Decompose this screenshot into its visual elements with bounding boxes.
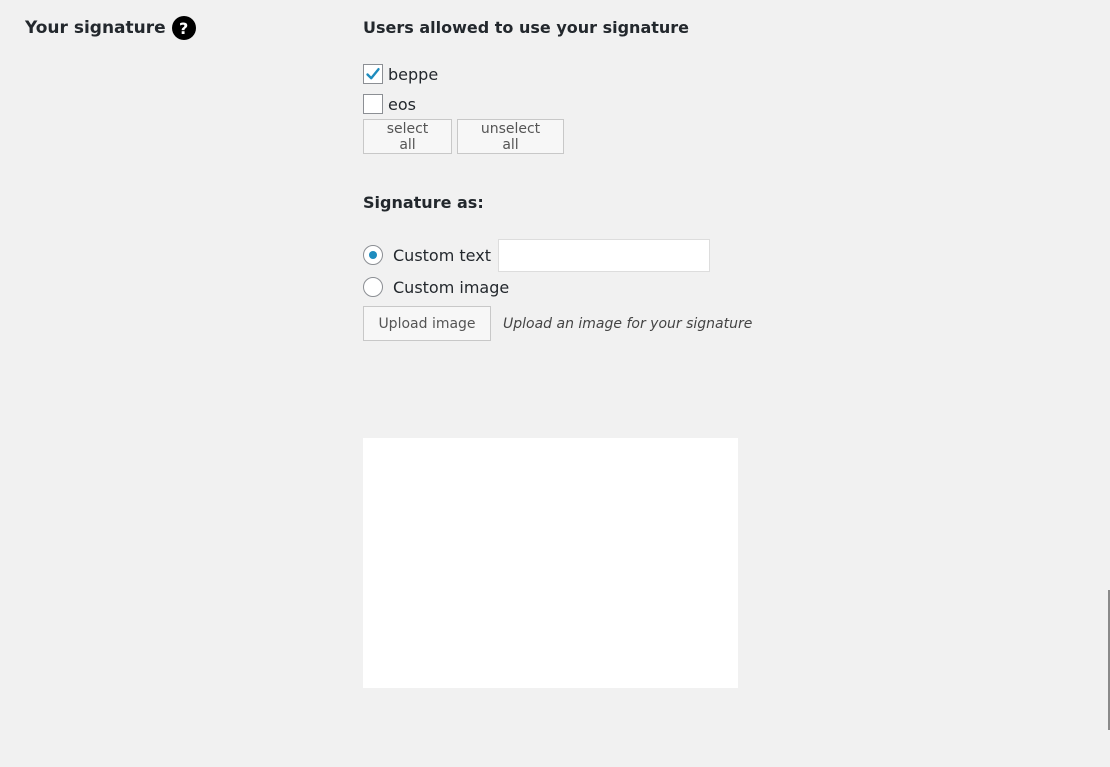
option-custom-text: Custom text [363,238,752,272]
custom-image-label: Custom image [393,277,510,297]
user-row-eos: eos [363,93,564,115]
user-row-beppe: beppe [363,63,564,85]
select-all-button[interactable]: select all [363,119,452,154]
signature-type-options: Custom text Custom image Upload image Up… [363,238,752,341]
radio-selected-dot [369,251,377,259]
row-label: Your signature ? [25,16,196,40]
users-section: Users allowed to use your signature [363,18,689,37]
signature-as-heading: Signature as: [363,193,484,212]
checkbox-beppe[interactable] [363,64,383,84]
row-label-text: Your signature [25,18,166,38]
upload-image-button[interactable]: Upload image [363,306,491,341]
custom-text-input[interactable] [497,238,710,272]
signature-settings-page: Your signature ? Users allowed to use yo… [0,0,1110,767]
selection-buttons: select all unselect all [363,119,564,154]
custom-text-label: Custom text [393,245,491,265]
upload-row: Upload image Upload an image for your si… [363,306,752,341]
help-icon[interactable]: ? [171,16,196,40]
checkmark-icon [366,68,380,80]
users-heading: Users allowed to use your signature [363,18,690,37]
user-checkbox-list: beppe eos select all unselect all [363,63,564,154]
upload-description: Upload an image for your signature [503,315,753,332]
user-label-eos: eos [388,94,416,114]
radio-custom-text[interactable] [363,245,383,265]
option-custom-image: Custom image [363,271,752,303]
checkbox-eos[interactable] [363,94,383,114]
radio-custom-image[interactable] [363,277,383,297]
unselect-all-button[interactable]: unselect all [457,119,564,154]
signature-as-section: Signature as: [363,193,484,212]
signature-image-preview [363,438,738,688]
user-label-beppe: beppe [388,64,439,84]
